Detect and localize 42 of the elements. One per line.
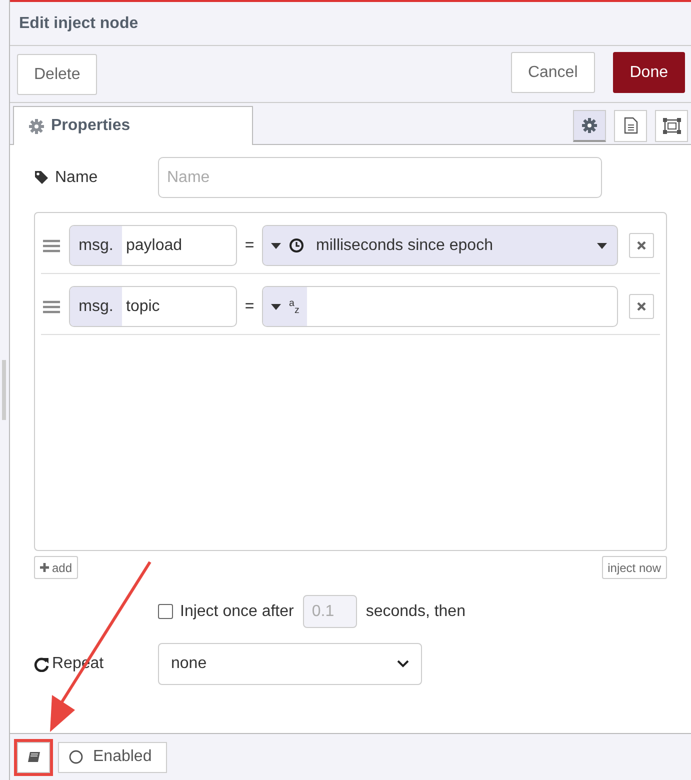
property-value-field[interactable]: milliseconds since epoch — [262, 225, 618, 266]
name-label: Name — [55, 168, 98, 188]
chevron-icon — [397, 660, 409, 668]
equals-sign: = — [244, 236, 256, 256]
plus-icon — [40, 563, 49, 572]
document-icon — [624, 117, 638, 134]
remove-button[interactable] — [629, 294, 654, 319]
frame-tab-button[interactable] — [655, 110, 688, 142]
caret-icon — [597, 242, 607, 248]
caret-icon — [271, 242, 281, 248]
tag-icon — [34, 170, 49, 185]
book-icon — [26, 751, 40, 763]
dialog-title: Edit inject node — [19, 14, 138, 34]
drag-handle-icon[interactable] — [43, 300, 60, 314]
frame-icon — [662, 116, 682, 134]
delete-button[interactable]: Delete — [17, 54, 98, 95]
refresh-icon — [34, 656, 49, 672]
properties-tab[interactable]: Properties — [13, 106, 253, 145]
seconds-label: seconds, then — [366, 602, 466, 622]
close-icon — [637, 302, 646, 311]
document-tab-button[interactable] — [614, 110, 647, 142]
name-field[interactable]: Name — [158, 157, 602, 198]
enabled-button[interactable]: Enabled — [58, 742, 167, 772]
gear-tab-button[interactable] — [573, 110, 606, 142]
add-button[interactable]: add — [34, 556, 78, 579]
circle-icon — [69, 750, 83, 764]
inject-now-button[interactable]: inject now — [602, 556, 667, 579]
drag-handle-icon[interactable] — [43, 238, 60, 252]
cancel-button[interactable]: Cancel — [510, 52, 595, 93]
caret-icon — [271, 304, 281, 310]
property-name-field[interactable]: msg. topic — [69, 286, 237, 327]
repeat-select[interactable]: none — [158, 643, 422, 685]
gear-icon — [29, 118, 44, 134]
remove-button[interactable] — [629, 233, 654, 258]
close-icon — [637, 241, 646, 250]
gear-icon — [582, 118, 597, 132]
inject-once-label: Inject once after — [180, 602, 294, 622]
property-name-field[interactable]: msg. payload — [69, 225, 237, 266]
inject-once-checkbox[interactable] — [158, 604, 173, 619]
clock-icon — [289, 238, 304, 253]
equals-sign: = — [244, 296, 256, 316]
done-button[interactable]: Done — [612, 52, 685, 93]
